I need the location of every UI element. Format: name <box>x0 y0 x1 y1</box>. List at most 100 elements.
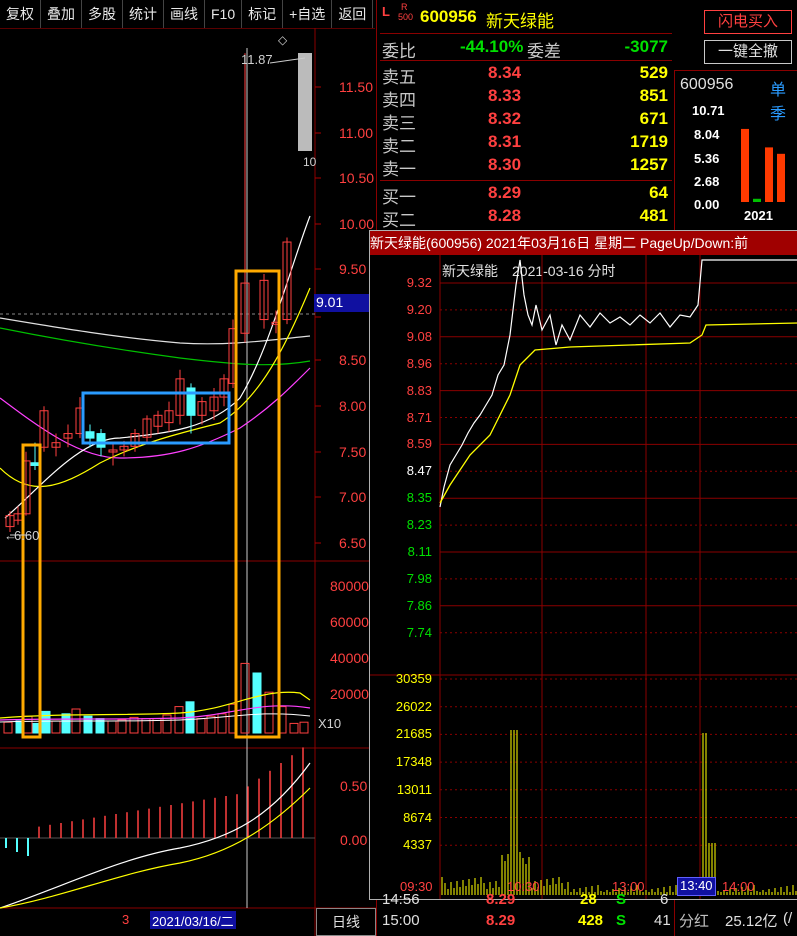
divider <box>380 33 672 34</box>
ask-volume: 851 <box>639 86 668 105</box>
kline-chart[interactable] <box>0 28 376 936</box>
cancel-all-button[interactable]: 一键全撤 <box>704 40 792 64</box>
kline-price-label: 8.50 <box>339 352 367 368</box>
candle-body <box>96 433 106 448</box>
ask-label: 卖五 <box>382 68 416 87</box>
flash-buy-button[interactable]: 闪电买入 <box>704 10 792 34</box>
volume-bar <box>240 662 250 734</box>
time-label: 09:30 <box>400 879 433 894</box>
intraday-chart[interactable] <box>370 255 797 899</box>
ask-label: 卖三 <box>382 114 416 133</box>
ask-label: 卖四 <box>382 91 416 110</box>
arrow-left-icon: ← <box>4 528 17 543</box>
bid-row-1: 买一 8.29 64 <box>382 183 672 207</box>
kline-low-label: 6.60 <box>14 528 40 543</box>
tag-r: R <box>401 2 408 12</box>
kline-price-label: 7.00 <box>339 489 367 505</box>
ask-row-1: 卖一 8.30 1257 <box>382 155 672 179</box>
tick-volume: 28 <box>580 893 597 908</box>
ask-volume: 1719 <box>630 132 668 151</box>
intraday-popup[interactable]: 新天绿能(600956) 2021年03月16日 星期二 PageUp/Down… <box>369 230 797 900</box>
toolbar-button-stats[interactable]: 统计 <box>123 0 164 28</box>
intraday-volume-label: 4337 <box>403 837 432 853</box>
volume-bar <box>252 672 262 734</box>
weibi-label: 委比 <box>382 42 416 61</box>
tick-flag: S <box>616 912 627 929</box>
intraday-volume-label: 8674 <box>403 809 432 825</box>
ask-label: 卖二 <box>382 137 416 156</box>
dividend-label: 分红 <box>679 913 710 930</box>
mini-bar <box>741 128 749 202</box>
intraday-price-label: 7.86 <box>406 597 432 613</box>
toolbar-button-mark[interactable]: 标记 <box>242 0 284 28</box>
volume-bar <box>206 715 216 734</box>
intraday-price-label: 8.47 <box>406 463 432 479</box>
toolbar-button-overlay[interactable]: 叠加 <box>41 0 82 28</box>
weicha-value: -3077 <box>624 37 668 56</box>
intraday-price-label: 8.11 <box>407 544 432 559</box>
volume-bar <box>61 713 71 734</box>
toolbar-button-multi[interactable]: 多股 <box>82 0 123 28</box>
ask-price: 8.34 <box>488 63 522 82</box>
stock-code: 600956 <box>420 7 477 26</box>
kline-date-prefix: 3 <box>122 912 130 927</box>
kline-price-label: 11.00 <box>339 125 373 141</box>
diamond-icon: ◇ <box>278 33 288 47</box>
volume-bar <box>107 720 117 734</box>
mini-y-label: 2.68 <box>694 174 720 189</box>
ask-price: 8.31 <box>488 132 522 151</box>
time-label: 13:00 <box>612 879 645 894</box>
toolbar-button-draw[interactable]: 画线 <box>164 0 205 28</box>
volume-bar <box>289 722 299 734</box>
intraday-price-label: 8.96 <box>406 355 432 371</box>
dividend-panel: 分红 25.12亿 (/ <box>674 900 797 936</box>
kline-macd-label: 0.50 <box>340 778 368 794</box>
kline-price-label: 10.50 <box>339 170 375 186</box>
intraday-price-label: 9.32 <box>406 275 432 290</box>
market-tag: L <box>382 4 390 19</box>
toolbar-button-rights[interactable]: 复权 <box>0 0 41 28</box>
mini-y-label: 10.71 <box>692 103 725 118</box>
mini-bar <box>753 198 761 202</box>
intraday-price-label: 8.83 <box>406 382 432 398</box>
bid-volume: 64 <box>649 183 668 202</box>
ask-row-5: 卖五 8.34 529 <box>382 63 672 87</box>
intraday-price-label: 8.71 <box>406 409 432 425</box>
volume-bar <box>196 718 206 734</box>
intraday-volume-label: 30359 <box>395 671 432 686</box>
bid-price: 8.28 <box>488 206 522 225</box>
bid-label: 买二 <box>382 211 416 230</box>
kline-volume-label: 20000 <box>330 686 369 702</box>
intraday-volume-label: 17348 <box>395 754 432 770</box>
stock-name: 新天绿能 <box>486 12 554 31</box>
ask-row-3: 卖三 8.32 671 <box>382 109 672 133</box>
tag-500: 500 <box>398 12 414 22</box>
ask-price: 8.32 <box>488 109 522 128</box>
kline-volume-unit: X10 <box>318 716 342 731</box>
popup-title[interactable]: 新天绿能(600956) 2021年03月16日 星期二 PageUp/Down… <box>370 231 797 255</box>
mini-year-label: 2021 <box>744 208 773 223</box>
kline-macd-label: 0.00 <box>340 832 368 848</box>
volume-bar <box>3 721 13 734</box>
ask-volume: 529 <box>639 63 668 82</box>
toolbar-button-f10[interactable]: F10 <box>205 0 243 28</box>
kline-price-label: 6.50 <box>339 535 367 551</box>
volume-bar <box>129 716 139 734</box>
candle-body <box>85 431 95 439</box>
volume-bar <box>264 691 274 734</box>
tick-time: 15:00 <box>382 912 420 929</box>
period-daily-button[interactable]: 日线 <box>316 908 376 936</box>
mini-bar <box>777 153 785 202</box>
ask-volume: 671 <box>639 109 668 128</box>
tick-row: 14:56 8.29 28 S 6 <box>382 893 672 909</box>
chart-toolbar: 复权 叠加 多股 统计 画线 F10 标记 +自选 返回 <box>0 0 375 29</box>
tick-time: 14:56 <box>382 893 420 908</box>
mini-y-label: 0.00 <box>694 197 720 212</box>
mini-y-label: 5.36 <box>694 151 720 166</box>
toolbar-button-add-watch[interactable]: +自选 <box>283 0 333 28</box>
ask-row-4: 卖四 8.33 851 <box>382 86 672 110</box>
intraday-price-label: 7.74 <box>406 624 432 640</box>
toolbar-button-back[interactable]: 返回 <box>332 0 374 28</box>
ask-row-2: 卖二 8.31 1719 <box>382 132 672 156</box>
cursor-time-badge: 13:40 <box>677 877 716 896</box>
